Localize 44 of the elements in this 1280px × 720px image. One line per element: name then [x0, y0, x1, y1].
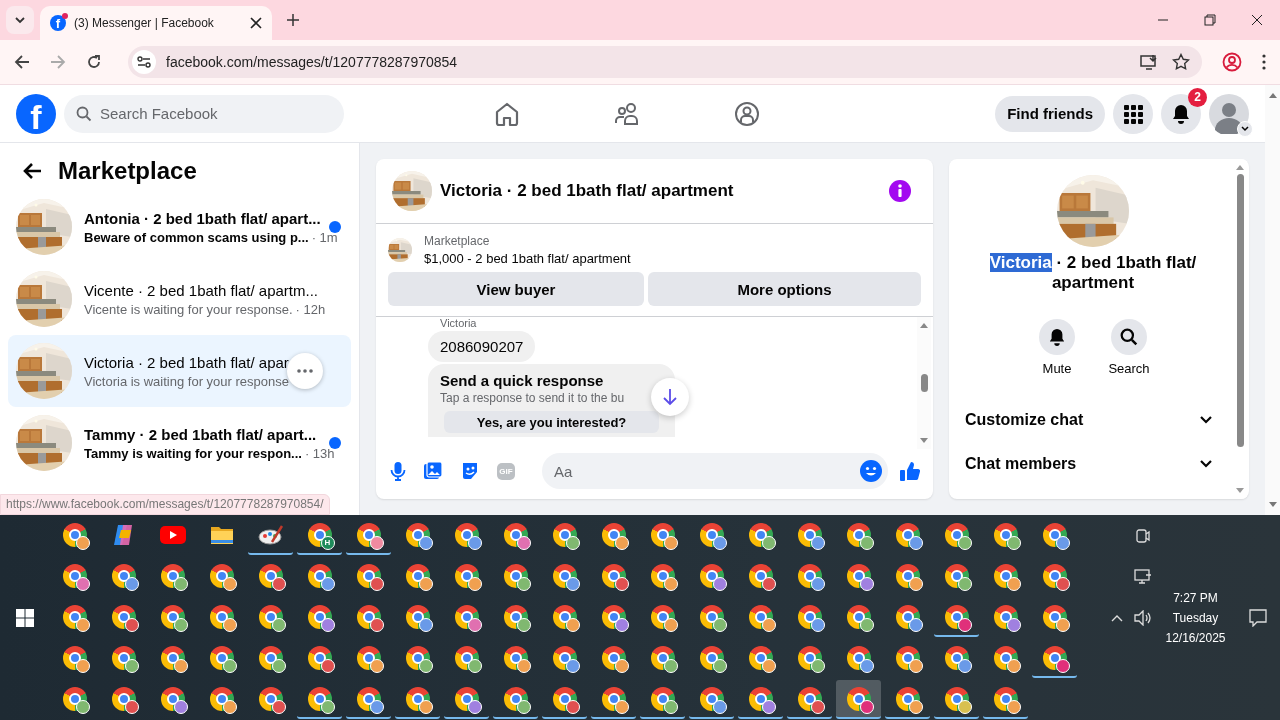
conversation-item[interactable]: Antonia · 2 bed 1bath flat/ apart... Beware of common scams using p... · 1m	[8, 191, 351, 263]
find-friends-button[interactable]: Find friends	[995, 95, 1105, 132]
action-button[interactable]: View buyer	[388, 272, 644, 306]
section-header[interactable]: Chat members	[965, 442, 1221, 486]
action-button[interactable]: More options	[648, 272, 921, 306]
sidebar-title: Marketplace	[58, 157, 197, 185]
conversation-name: Victoria · 2 bed 1bath flat/ apartment	[988, 253, 1198, 293]
tab-title: (3) Messenger | Facebook	[74, 16, 215, 30]
status-url: https://www.facebook.com/messages/t/1207778287970854/	[0, 494, 330, 515]
quick-reply-button[interactable]: Yes, are you interested?	[444, 411, 659, 433]
url-text: facebook.com/messages/t/1207778287970854	[166, 54, 458, 70]
action-button[interactable]: Mute	[1031, 319, 1083, 376]
message-preview: Victoria is waiting for your response	[84, 373, 289, 389]
sender-name: Victoria	[439, 317, 477, 329]
search-field[interactable]: Search Facebook	[64, 94, 344, 133]
facebook-favicon: f	[50, 15, 66, 31]
conversation-item[interactable]: Tammy · 2 bed 1bath flat/ apart... Tammy is waiting for your respon... · 13h	[8, 407, 351, 479]
conversation-item[interactable]: Victoria · 2 bed 1bath flat/ apar Victoria is waiting for your response	[8, 335, 351, 407]
browser-icon: H	[307, 522, 332, 547]
quick-response-hint: Tap a response to send it to the bu	[440, 391, 625, 405]
conversation-title: Vicente · 2 bed 1bath flat/ apartm...	[84, 281, 320, 299]
quick-response-title: Send a quick response	[440, 372, 605, 389]
message-preview: Vicente is waiting for your response.	[84, 301, 293, 317]
message-time: · 1m	[311, 229, 338, 245]
clock[interactable]: 7:27 PM Tuesday 12/16/2025	[1165, 590, 1226, 645]
chat-title: Victoria · 2 bed 1bath flat/ apartment	[440, 181, 734, 201]
message-preview: Tammy is waiting for your respon...	[84, 445, 302, 461]
listing-label: Marketplace	[424, 234, 491, 248]
conversation-title: Victoria · 2 bed 1bath flat/ apar	[84, 353, 290, 371]
message-time: · 13h	[304, 445, 335, 461]
message-bubble: 2086090207	[428, 331, 536, 362]
notification-count: 2	[1188, 87, 1207, 107]
message-time: · 12h	[295, 301, 326, 317]
browser-tab[interactable]: f (3) Messenger | Facebook	[40, 6, 272, 40]
facebook-logo[interactable]: f	[16, 93, 56, 134]
listing-title: $1,000 - 2 bed 1bath flat/ apartment	[424, 251, 631, 266]
conversation-item[interactable]: Vicente · 2 bed 1bath flat/ apartm... Vicente is waiting for your response. · 12h	[8, 263, 351, 335]
address-bar[interactable]: facebook.com/messages/t/1207778287970854	[128, 46, 1202, 78]
action-button[interactable]: Search	[1103, 319, 1155, 376]
conversation-title: Tammy · 2 bed 1bath flat/ apart...	[84, 425, 317, 443]
message-preview: Beware of common scams using p...	[84, 229, 309, 245]
message-field[interactable]: Aa	[542, 453, 888, 489]
taskbar-button[interactable]: H	[297, 516, 342, 555]
section-header[interactable]: Customize chat	[965, 398, 1221, 442]
